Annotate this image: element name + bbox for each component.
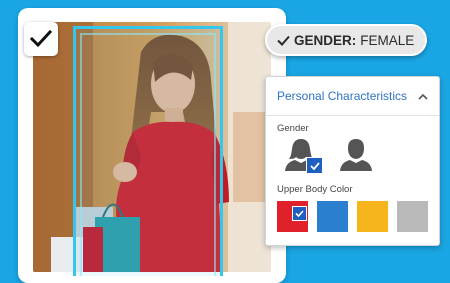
panel-title: Personal Characteristics: [277, 89, 408, 103]
gender-option-female[interactable]: [283, 137, 323, 174]
photo-select-checkbox[interactable]: [24, 22, 58, 56]
gender-tag: GENDER: FEMALE: [265, 24, 427, 56]
gender-tag-key: GENDER:: [294, 32, 357, 48]
color-swatch-red[interactable]: [277, 201, 308, 232]
color-swatch-gray[interactable]: [397, 201, 428, 232]
color-swatch-yellow[interactable]: [357, 201, 388, 232]
checkmark-icon: [277, 35, 290, 46]
gender-option-male[interactable]: [338, 137, 374, 173]
checkmark-icon: [30, 30, 52, 48]
color-swatch-blue[interactable]: [317, 201, 348, 232]
gender-tag-value: FEMALE: [360, 32, 415, 48]
personal-characteristics-panel: Personal Characteristics Gender Upper Bo…: [265, 76, 440, 246]
panel-header[interactable]: Personal Characteristics: [266, 77, 439, 116]
chevron-up-icon[interactable]: [418, 87, 428, 105]
upper-body-color-label: Upper Body Color: [277, 184, 353, 195]
person-detection-box: [73, 26, 223, 276]
red-selected-checkbox: [292, 206, 307, 221]
male-avatar-icon: [340, 139, 372, 171]
gender-section-label: Gender: [277, 123, 309, 134]
female-selected-checkbox: [306, 157, 323, 174]
